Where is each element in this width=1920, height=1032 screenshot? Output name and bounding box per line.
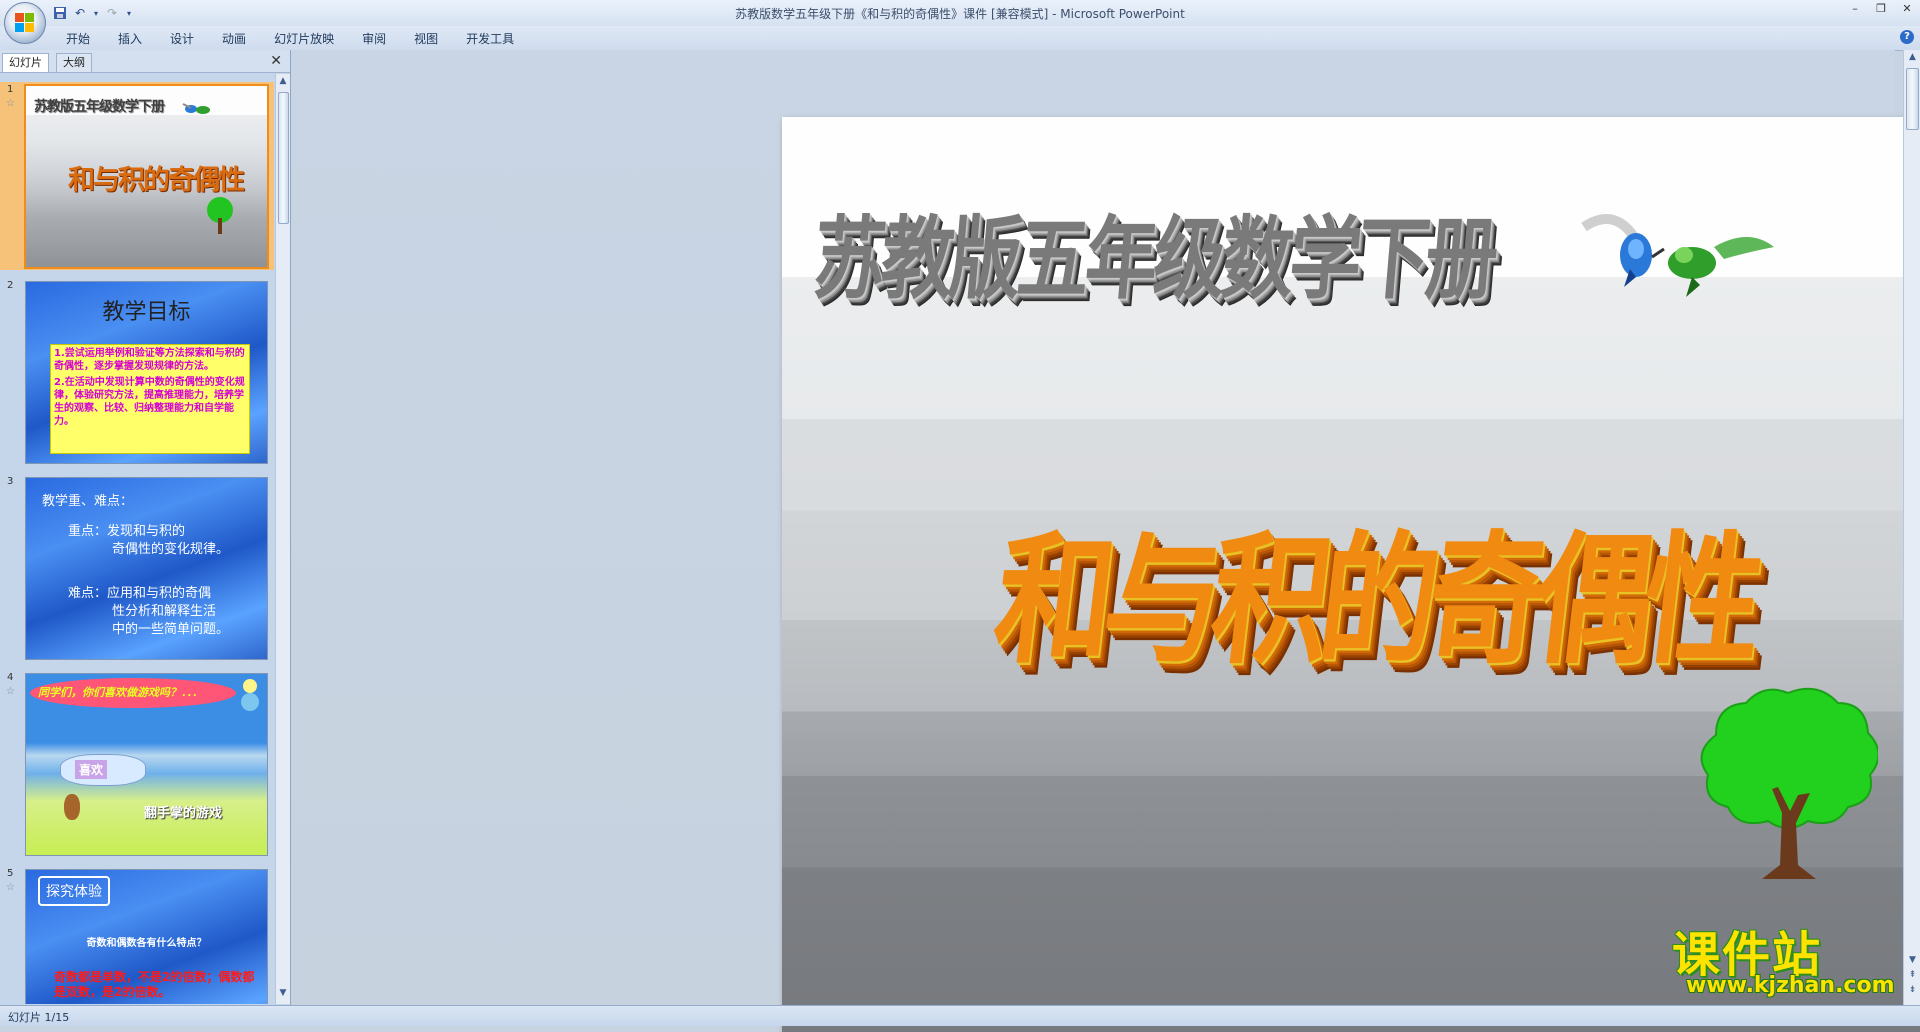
slide-title-text[interactable]: 和与积的奇偶性 [986, 485, 1766, 690]
objective-1: 1.尝试运用举例和验证等方法探索和与积的奇偶性，逐步掌握发现规律的方法。 [54, 348, 245, 372]
minimize-icon[interactable]: – [1848, 2, 1862, 16]
tab-review[interactable]: 审阅 [348, 29, 400, 49]
slide-thumbnail[interactable]: 探究体验 奇数和偶数各有什么特点？ 奇数都是单数，不是2的倍数；偶数都是双数，是… [25, 869, 268, 1004]
tree-icon [207, 197, 233, 234]
scroll-thumb[interactable] [1906, 68, 1919, 130]
tab-design[interactable]: 设计 [156, 29, 208, 49]
thumbnail-number: 3 [7, 476, 14, 487]
slide-thumbnail[interactable]: 苏教版五年级数学下册 和与积的奇偶性 [24, 84, 269, 269]
thumbnail-number: 1 [7, 84, 14, 95]
objective-2: 2.在活动中发现计算中数的奇偶性的变化规律，体验研究方法，提高推理能力，培养学生… [54, 377, 245, 427]
watermark-logo: 课件站 www.kjzhan.com [1668, 915, 1908, 1005]
office-logo-icon [15, 13, 35, 33]
restore-icon[interactable]: ❐ [1874, 2, 1888, 16]
cloud-label: 喜欢 [75, 760, 108, 779]
duck-icon [241, 679, 259, 711]
thumbnail-heading: 教学重、难点： [42, 494, 134, 509]
monkey-icon [64, 794, 80, 820]
tab-slides[interactable]: 幻灯片 [2, 53, 49, 72]
slide-counter: 幻灯片 1/15 [8, 1011, 70, 1024]
thumbnail-box: 探究体验 [38, 876, 110, 906]
scroll-up-icon[interactable]: ▲ [276, 76, 290, 90]
slide-thumbnail[interactable]: 同学们，你们喜欢做游戏吗？．．． 喜欢 翻手掌的游戏 [25, 673, 268, 856]
slide-editor: 苏教版五年级数学下册 和与积的奇偶性 [291, 50, 1920, 1032]
tab-outline[interactable]: 大纲 [56, 53, 92, 72]
thumbnail-header: 苏教版五年级数学下册 [34, 99, 165, 115]
thumbnail-answer: 奇数都是单数，不是2的倍数；偶数都是双数，是2的倍数。 [54, 970, 255, 999]
tab-developer[interactable]: 开发工具 [452, 29, 528, 49]
thumbnail-bubble: 同学们，你们喜欢做游戏吗？．．． [30, 678, 236, 708]
thumbnail-title: 教学目标 [102, 300, 191, 325]
thumbnail-line: 重点：发现和与积的 [68, 524, 186, 539]
thumbnail-row-1[interactable]: 1 ☆ 苏教版五年级数学下册 和与积的奇偶性 [0, 82, 274, 270]
slide-header-text[interactable]: 苏教版五年级数学下册 [809, 185, 1500, 316]
window-title: 苏教版数学五年级下册《和与积的奇偶性》课件 [兼容模式] - Microsoft… [735, 7, 1185, 21]
slide-thumbnail[interactable]: 教学重、难点： 重点：发现和与积的 奇偶性的变化规律。 难点：应用和与积的奇偶 … [25, 477, 268, 660]
animation-star-icon: ☆ [6, 98, 15, 109]
scroll-up-icon[interactable]: ▲ [1904, 52, 1920, 66]
status-bar: 幻灯片 1/15 [0, 1005, 1920, 1026]
slides-pane: 幻灯片 大纲 ✕ 1 ☆ 苏教版五年级数学下册 和与积的奇偶性 2 教学目标 1… [0, 50, 291, 1005]
scroll-thumb[interactable] [278, 92, 289, 224]
thumbnail-number: 5 [7, 868, 14, 879]
watermark-url: www.kjzhan.com [1686, 973, 1895, 998]
thumbnail-game-label: 翻手掌的游戏 [144, 806, 223, 821]
pane-scrollbar[interactable]: ▲ ▼ [275, 74, 290, 1004]
animation-star-icon: ☆ [6, 686, 15, 697]
thumbnail-number: 2 [7, 280, 14, 291]
tab-insert[interactable]: 插入 [104, 29, 156, 49]
thumbnail-objectives: 1.尝试运用举例和验证等方法探索和与积的奇偶性，逐步掌握发现规律的方法。 2.在… [50, 344, 250, 454]
thumbnail-line: 奇偶性的变化规律。 [112, 542, 230, 557]
ribbon: 开始 插入 设计 动画 幻灯片放映 审阅 视图 开发工具 ? [0, 26, 1920, 51]
thumbnail-row-5[interactable]: 5 ☆ 探究体验 奇数和偶数各有什么特点？ 奇数都是单数，不是2的倍数；偶数都是… [0, 866, 274, 1004]
thumbnail-line: 难点：应用和与积的奇偶 [68, 586, 212, 601]
thumbnail-row-3[interactable]: 3 教学重、难点： 重点：发现和与积的 奇偶性的变化规律。 难点：应用和与积的奇… [0, 474, 274, 662]
window-controls: – ❐ ✕ [1848, 2, 1914, 16]
ribbon-tabs: 开始 插入 设计 动画 幻灯片放映 审阅 视图 开发工具 [52, 29, 528, 49]
scroll-down-icon[interactable]: ▼ [276, 988, 290, 1002]
close-icon[interactable]: ✕ [1900, 2, 1914, 16]
bird-icon [182, 103, 210, 114]
tab-view[interactable]: 视图 [400, 29, 452, 49]
current-slide[interactable]: 苏教版五年级数学下册 和与积的奇偶性 [782, 117, 1920, 1032]
thumbnail-cloud: 喜欢 [60, 754, 146, 786]
title-bar: ↶ ▾ ↷ ▾ 苏教版数学五年级下册《和与积的奇偶性》课件 [兼容模式] - M… [0, 0, 1920, 44]
pane-tabs: 幻灯片 大纲 ✕ [0, 50, 290, 73]
tree-icon [1700, 687, 1878, 879]
birds-icon [1581, 214, 1774, 297]
slide-thumbnail[interactable]: 教学目标 1.尝试运用举例和验证等方法探索和与积的奇偶性，逐步掌握发现规律的方法… [25, 281, 268, 464]
thumbnail-line: 性分析和解释生活 [112, 604, 217, 619]
thumbnail-row-4[interactable]: 4 ☆ 同学们，你们喜欢做游戏吗？．．． 喜欢 翻手掌的游戏 [0, 670, 274, 858]
tab-home[interactable]: 开始 [52, 29, 104, 49]
tab-animations[interactable]: 动画 [208, 29, 260, 49]
thumbnail-row-2[interactable]: 2 教学目标 1.尝试运用举例和验证等方法探索和与积的奇偶性，逐步掌握发现规律的… [0, 278, 274, 466]
tab-slideshow[interactable]: 幻灯片放映 [260, 29, 348, 49]
thumbnail-question: 奇数和偶数各有什么特点？ [86, 938, 207, 949]
thumbnail-line: 中的一些简单问题。 [112, 622, 230, 637]
editor-scrollbar[interactable]: ▲ ▼ ⇞ ⇟ [1903, 50, 1920, 1005]
thumbnail-title: 和与积的奇偶性 [68, 165, 245, 196]
thumbnail-number: 4 [7, 672, 14, 683]
help-icon[interactable]: ? [1900, 30, 1914, 44]
close-pane-icon[interactable]: ✕ [270, 53, 282, 69]
office-button[interactable] [4, 2, 46, 44]
animation-star-icon: ☆ [6, 882, 15, 893]
slide-thumbnails: 1 ☆ 苏教版五年级数学下册 和与积的奇偶性 2 教学目标 1.尝试运用举例和验… [0, 74, 274, 1004]
